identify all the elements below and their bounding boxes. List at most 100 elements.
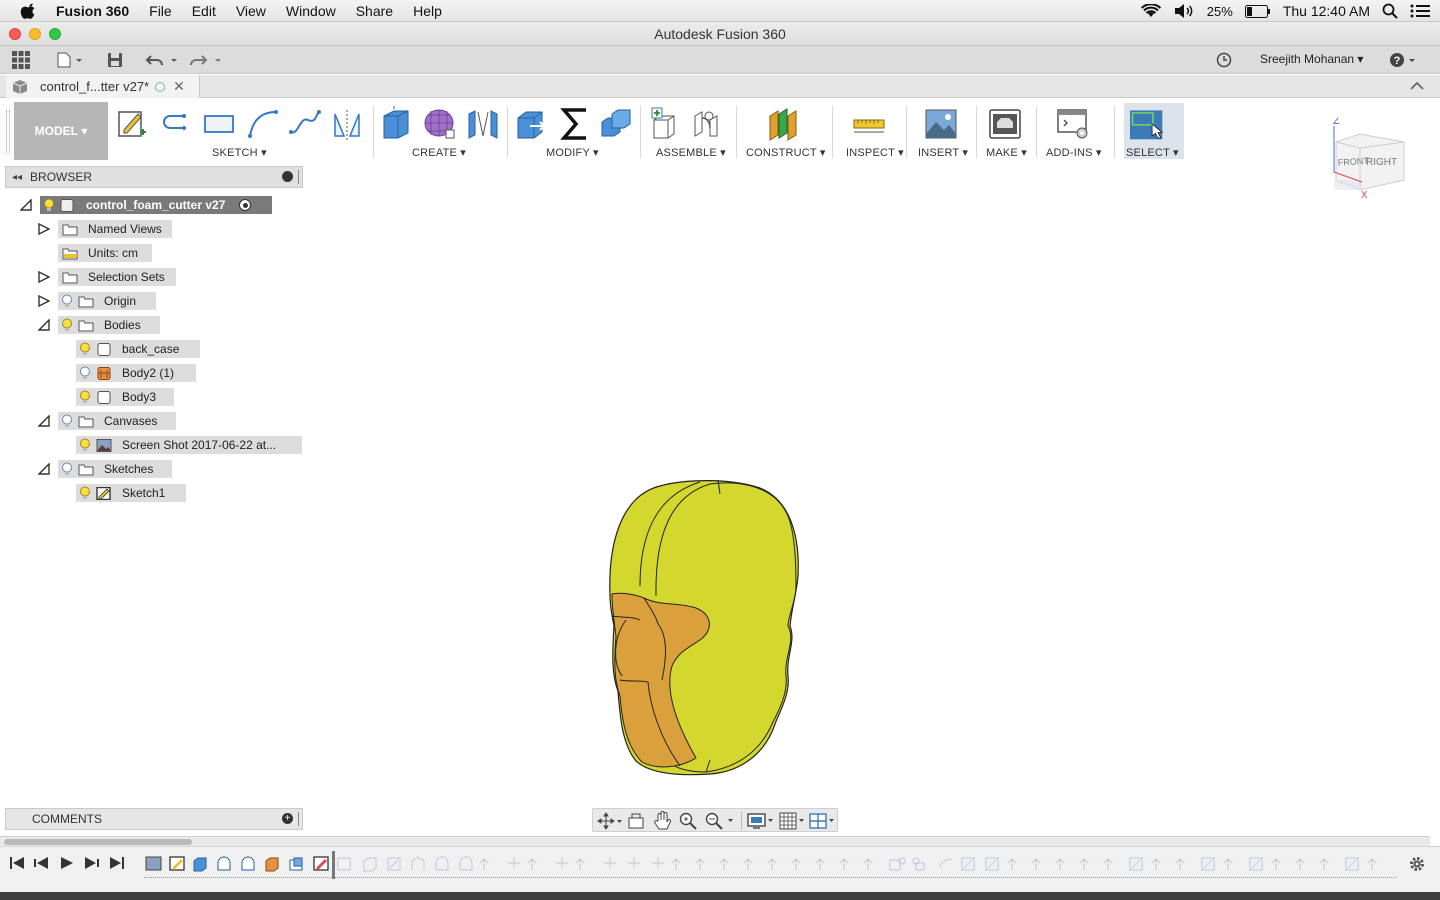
tree-node-sketch1[interactable]: Sketch1 <box>76 484 186 502</box>
wifi-icon[interactable] <box>1140 4 1161 18</box>
lightbulb-off-icon[interactable] <box>60 414 74 428</box>
zoom-window-button[interactable] <box>49 28 61 40</box>
redo-button[interactable] <box>188 50 224 70</box>
tree-root-document[interactable]: control_foam_cutter v27 <box>40 196 272 214</box>
create-sketch-icon[interactable] <box>116 106 150 142</box>
3d-print-icon[interactable] <box>988 106 1022 142</box>
fit-zoom-icon[interactable] <box>705 812 737 830</box>
offset-plane-icon[interactable] <box>766 106 800 142</box>
timeline-combine-feature-icon[interactable] <box>289 857 303 871</box>
timeline-fillet-feature-icon[interactable] <box>217 856 231 871</box>
menu-window[interactable]: Window <box>286 3 336 19</box>
lightbulb-icon[interactable] <box>78 342 92 356</box>
tree-node-units[interactable]: Units: cm <box>58 244 152 262</box>
addins-menu[interactable]: ADD-INS ▾ <box>1046 146 1102 159</box>
tree-node-selection-sets[interactable]: Selection Sets <box>58 268 176 286</box>
play-icon[interactable] <box>61 857 73 869</box>
extrude-icon[interactable] <box>380 106 414 142</box>
lightbulb-off-icon[interactable] <box>60 294 74 308</box>
tree-node-back-case[interactable]: back_case <box>76 340 200 358</box>
file-menu-button[interactable] <box>54 50 86 70</box>
press-pull-icon[interactable] <box>514 106 548 142</box>
create-menu[interactable]: CREATE ▾ <box>412 146 466 159</box>
expanded-triangle-icon[interactable] <box>20 199 32 211</box>
workspace-switcher[interactable]: MODEL ▾ <box>14 102 108 160</box>
job-status-button[interactable] <box>1214 50 1234 70</box>
go-to-start-icon[interactable] <box>10 857 24 869</box>
clock[interactable]: Thu 12:40 AM <box>1283 3 1370 19</box>
collapsed-triangle-icon[interactable] <box>38 223 50 235</box>
timeline-scrollbar[interactable] <box>0 836 1430 846</box>
timeline-fillet-feature-icon[interactable] <box>241 856 255 871</box>
tree-node-origin[interactable]: Origin <box>58 292 156 310</box>
measure-icon[interactable] <box>852 106 886 142</box>
menu-view[interactable]: View <box>236 3 266 19</box>
minimize-window-button[interactable] <box>29 28 41 40</box>
timeline-sketch-feature-icon[interactable] <box>313 856 329 871</box>
pan-hand-icon[interactable] <box>653 811 671 831</box>
step-back-icon[interactable] <box>34 857 48 869</box>
undo-button[interactable] <box>144 50 180 70</box>
viewcube[interactable]: Z FRONT RIGHT X <box>1326 118 1410 202</box>
lightbulb-icon[interactable] <box>60 318 74 332</box>
rectangle-tool-icon[interactable] <box>202 106 236 142</box>
select-menu[interactable]: SELECT ▾ <box>1126 146 1179 159</box>
browser-panel-header[interactable]: ◂◂ BROWSER <box>5 166 303 188</box>
comments-panel-header[interactable]: COMMENTS + <box>5 808 303 830</box>
scripts-addins-icon[interactable] <box>1056 106 1090 142</box>
construct-menu[interactable]: CONSTRUCT ▾ <box>746 146 826 159</box>
tree-node-sketches[interactable]: Sketches <box>58 460 172 478</box>
look-at-icon[interactable] <box>627 812 645 830</box>
menu-file[interactable]: File <box>149 3 172 19</box>
lightbulb-off-icon[interactable] <box>60 462 74 476</box>
make-menu[interactable]: MAKE ▾ <box>986 146 1027 159</box>
tree-node-bodies[interactable]: Bodies <box>58 316 160 334</box>
minimize-panel-icon[interactable] <box>282 171 293 182</box>
collapsed-triangle-icon[interactable] <box>38 295 50 307</box>
panel-resize-handle[interactable] <box>298 812 300 826</box>
expanded-triangle-icon[interactable] <box>38 415 50 427</box>
sketch-menu[interactable]: SKETCH ▾ <box>212 146 267 159</box>
tree-node-canvases[interactable]: Canvases <box>58 412 176 430</box>
viewports-icon[interactable] <box>809 812 837 830</box>
expanded-triangle-icon[interactable] <box>38 319 50 331</box>
user-account-menu[interactable]: Sreejith Mohanan ▾ <box>1260 52 1363 66</box>
insert-menu[interactable]: INSERT ▾ <box>918 146 968 159</box>
3d-model-body[interactable] <box>600 476 810 778</box>
timeline-sketch-feature-icon[interactable] <box>169 856 185 871</box>
display-settings-icon[interactable] <box>747 812 777 830</box>
help-button[interactable]: ? <box>1388 50 1418 70</box>
lightbulb-icon[interactable] <box>78 486 92 500</box>
data-panel-button[interactable] <box>10 50 32 70</box>
timeline-extrude-feature-icon[interactable] <box>193 857 207 872</box>
insert-image-icon[interactable] <box>924 106 958 142</box>
line-tool-icon[interactable] <box>158 106 192 142</box>
assemble-menu[interactable]: ASSEMBLE ▾ <box>656 146 726 159</box>
lightbulb-icon[interactable] <box>78 438 92 452</box>
tree-node-canvas-image[interactable]: Screen Shot 2017-06-22 at... <box>76 436 302 454</box>
tree-node-named-views[interactable]: Named Views <box>58 220 172 238</box>
timeline-extrude-orange-feature-icon[interactable] <box>265 857 279 872</box>
zoom-icon[interactable] <box>679 812 697 830</box>
apple-icon[interactable] <box>18 2 40 19</box>
close-tab-icon[interactable]: ✕ <box>173 78 185 95</box>
expanded-triangle-icon[interactable] <box>38 463 50 475</box>
save-button[interactable] <box>104 50 126 70</box>
notification-center-icon[interactable] <box>1410 4 1430 18</box>
add-comment-icon[interactable]: + <box>282 813 293 824</box>
lightbulb-icon[interactable] <box>42 198 56 212</box>
document-tab[interactable]: control_f...tter v27* ✕ <box>6 75 200 98</box>
grid-settings-icon[interactable] <box>779 812 807 830</box>
menu-share[interactable]: Share <box>356 3 393 19</box>
menu-help[interactable]: Help <box>413 3 442 19</box>
timeline-canvas-feature-icon[interactable] <box>145 856 162 871</box>
step-forward-icon[interactable] <box>85 857 99 869</box>
volume-icon[interactable] <box>1173 3 1195 19</box>
tree-node-body2[interactable]: Body2 (1) <box>76 364 196 382</box>
spline-tool-icon[interactable] <box>288 106 322 142</box>
mirror-body-icon[interactable] <box>466 106 500 142</box>
battery-icon[interactable] <box>1244 4 1271 18</box>
inspect-menu[interactable]: INSPECT ▾ <box>846 146 904 159</box>
panel-resize-handle[interactable] <box>298 170 300 184</box>
spotlight-icon[interactable] <box>1382 3 1398 19</box>
